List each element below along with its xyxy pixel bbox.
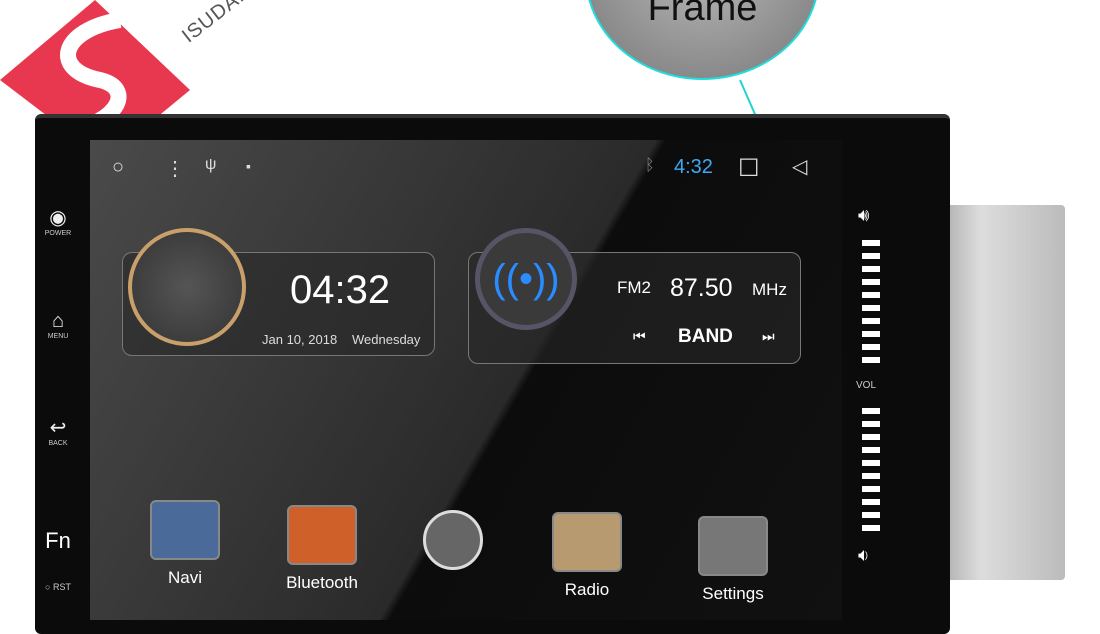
app-navi[interactable]: Navi <box>135 500 235 588</box>
analog-clock <box>128 228 246 346</box>
volume-bar-segment[interactable] <box>862 460 880 466</box>
radio-app-icon <box>552 512 622 572</box>
menu-button[interactable]: ⌂ MENU <box>38 310 78 340</box>
rst-button[interactable]: ○ RST <box>38 582 78 592</box>
volume-bar-segment[interactable] <box>862 357 880 363</box>
volume-bar-segment[interactable] <box>862 486 880 492</box>
app-label: Navi <box>167 568 202 587</box>
volume-bar-segment[interactable] <box>862 279 880 285</box>
volume-bar-segment[interactable] <box>862 292 880 298</box>
bluetooth-icon: ᛒ <box>645 157 655 174</box>
radio-tower-icon: ((•)) <box>475 228 577 330</box>
back-label: BACK <box>48 440 68 447</box>
app-radio[interactable]: Radio <box>537 512 637 600</box>
fn-button[interactable]: Fn <box>38 528 78 554</box>
volume-bar-segment[interactable] <box>862 253 880 259</box>
app-settings[interactable]: Settings <box>683 516 783 604</box>
volume-bar-segment[interactable] <box>862 266 880 272</box>
volume-bar-segment[interactable] <box>862 344 880 350</box>
home-icon: ⌂ <box>51 310 65 332</box>
menu-label: MENU <box>47 333 69 340</box>
status-time: 4:32 <box>674 156 713 178</box>
volume-bar-segment[interactable] <box>862 408 880 414</box>
app-grid-icon <box>423 510 483 570</box>
volume-up-icon[interactable]: 🔊︎ <box>858 205 869 226</box>
volume-label: VOL <box>856 380 877 391</box>
app-label: Radio <box>564 580 610 599</box>
app-bluetooth[interactable]: Bluetooth <box>272 505 372 593</box>
volume-bar-segment[interactable] <box>862 512 880 518</box>
clock-time: 04:32 <box>290 268 391 312</box>
power-button[interactable]: ◉ POWER <box>38 205 78 237</box>
app-drawer[interactable] <box>403 510 503 578</box>
volume-bar-segment[interactable] <box>862 240 880 246</box>
volume-bar-segment[interactable] <box>862 499 880 505</box>
power-icon: ◉ <box>49 207 67 229</box>
prev-station-button[interactable]: ⏮ <box>633 328 646 345</box>
volume-bar-segment[interactable] <box>862 318 880 324</box>
volume-bar-segment[interactable] <box>862 421 880 427</box>
back-icon: ↩ <box>49 417 67 439</box>
volume-down-icon[interactable]: 🔉︎ <box>858 545 869 566</box>
gear-icon <box>698 516 768 576</box>
radio-frequency: 87.50 <box>670 274 733 302</box>
next-station-button[interactable]: ⏭ <box>762 328 775 345</box>
volume-bar-segment[interactable] <box>862 305 880 311</box>
rst-label: RST <box>52 582 71 592</box>
back-button[interactable]: ↩ BACK <box>38 415 78 447</box>
volume-bar-segment[interactable] <box>862 434 880 440</box>
app-label: Bluetooth <box>286 573 358 592</box>
clock-date: Jan 10, 2018 <box>262 332 338 347</box>
radio-unit: MHz <box>752 280 787 299</box>
navi-icon <box>150 500 220 560</box>
band-button[interactable]: BAND <box>678 326 733 348</box>
radio-band: FM2 <box>617 278 651 297</box>
circle-icon[interactable]: ○ <box>112 156 124 179</box>
volume-bar-segment[interactable] <box>862 331 880 337</box>
power-label: POWER <box>44 230 72 237</box>
bluetooth-app-icon <box>287 505 357 565</box>
volume-bar-segment[interactable] <box>862 473 880 479</box>
volume-bar-segment[interactable] <box>862 447 880 453</box>
back-nav-button[interactable]: ◁ <box>792 154 807 179</box>
more-icon[interactable]: ⋮ <box>165 156 185 181</box>
clock-weekday: Wednesday <box>352 332 421 347</box>
app-label: Settings <box>702 584 764 603</box>
image-icon: ▪ <box>246 158 251 174</box>
recents-button[interactable]: ☐ <box>738 154 760 183</box>
volume-bar-segment[interactable] <box>862 525 880 531</box>
usb-icon: ψ <box>205 156 217 173</box>
